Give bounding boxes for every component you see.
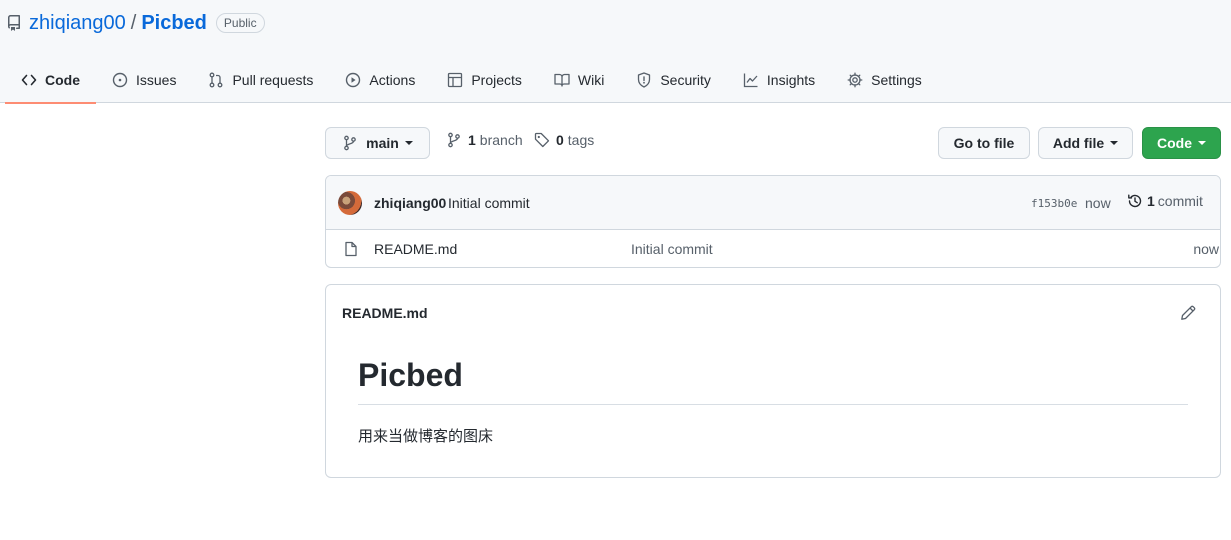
commit-sha[interactable]: f153b0e — [1031, 197, 1077, 210]
go-to-file-button[interactable]: Go to file — [938, 127, 1030, 159]
history-icon — [1128, 194, 1142, 208]
play-icon — [346, 72, 361, 87]
gear-icon — [847, 72, 863, 87]
repo-name-link[interactable]: Picbed — [141, 12, 207, 35]
graph-icon — [743, 73, 758, 87]
tab-wiki[interactable]: Wiki — [538, 56, 620, 103]
branch-count: 1 — [468, 132, 476, 148]
tag-icon — [534, 132, 550, 148]
repo-separator: / — [130, 11, 137, 34]
commit-count-label: commit — [1157, 193, 1203, 209]
branch-icon — [344, 135, 357, 151]
book-icon — [554, 73, 570, 87]
repo-owner-link[interactable]: zhiqiang00 — [29, 12, 126, 35]
file-icon — [345, 241, 357, 257]
commit-author[interactable]: zhiqiang00 — [374, 195, 446, 211]
tab-label: Wiki — [577, 71, 605, 88]
tab-projects[interactable]: Projects — [431, 56, 538, 103]
branch-icon — [448, 132, 460, 148]
add-file-button[interactable]: Add file — [1038, 127, 1133, 159]
tab-insights[interactable]: Insights — [727, 56, 831, 103]
visibility-badge: Public — [215, 13, 265, 33]
commit-count: 1 — [1147, 193, 1155, 209]
commit-time: now — [1085, 195, 1111, 211]
code-button-label: Code — [1157, 135, 1192, 151]
tab-label: Code — [45, 71, 80, 88]
code-icon — [21, 74, 37, 85]
branch-select-button[interactable]: main — [325, 127, 430, 159]
caret-down-icon — [1110, 141, 1119, 145]
tab-label: Issues — [136, 71, 177, 88]
readme-divider — [358, 404, 1188, 405]
commit-history-link[interactable]: 1 commit — [1127, 193, 1203, 209]
branch-label: branch — [479, 132, 523, 148]
readme-box: README.md Picbed 用来当做博客的图床 — [325, 284, 1221, 478]
go-to-file-label: Go to file — [953, 135, 1015, 151]
file-name-link[interactable]: README.md — [374, 241, 457, 257]
file-commit-link[interactable]: Initial commit — [631, 241, 713, 257]
pencil-icon[interactable] — [1180, 305, 1196, 321]
tab-label: Actions — [369, 71, 416, 88]
repo-nav-tabs: Code Issues Pull requests Actions Projec… — [5, 56, 938, 104]
avatar[interactable] — [338, 191, 362, 215]
table-icon — [448, 72, 463, 87]
tag-count: 0 — [556, 132, 564, 148]
tag-label: tags — [567, 132, 595, 148]
commit-message[interactable]: Initial commit — [448, 195, 530, 211]
repo-title: zhiqiang00 / Picbed Public — [6, 10, 265, 36]
repo-header: zhiqiang00 / Picbed Public Code Issues P… — [0, 0, 1231, 104]
latest-commit-row: zhiqiang00 Initial commit f153b0e now 1 … — [326, 176, 1220, 230]
file-list: zhiqiang00 Initial commit f153b0e now 1 … — [325, 175, 1221, 268]
tab-issues[interactable]: Issues — [96, 56, 192, 103]
table-row: README.md Initial commit now — [326, 230, 1220, 267]
caret-down-icon — [404, 141, 413, 145]
tab-label: Pull requests — [232, 71, 314, 88]
branch-select-label: main — [366, 135, 399, 151]
tab-label: Insights — [766, 71, 816, 88]
code-button[interactable]: Code — [1142, 127, 1221, 159]
branches-link[interactable]: 1 branch — [446, 132, 523, 148]
tab-code[interactable]: Code — [5, 56, 96, 104]
issue-icon — [112, 72, 128, 87]
tab-security[interactable]: Security — [620, 56, 727, 103]
caret-down-icon — [1198, 141, 1206, 145]
readme-heading: Picbed — [358, 357, 463, 393]
readme-filename: README.md — [342, 305, 428, 321]
tab-settings[interactable]: Settings — [831, 56, 938, 103]
tab-actions[interactable]: Actions — [329, 56, 431, 103]
add-file-label: Add file — [1052, 135, 1105, 151]
readme-paragraph: 用来当做博客的图床 — [358, 428, 494, 445]
shield-icon — [638, 71, 651, 88]
tab-pull-requests[interactable]: Pull requests — [192, 56, 329, 103]
tab-label: Settings — [871, 71, 922, 88]
repo-icon — [6, 15, 22, 31]
tab-label: Security — [660, 71, 711, 88]
file-time: now — [1193, 241, 1219, 257]
pull-request-icon — [210, 72, 223, 87]
tab-label: Projects — [471, 71, 522, 88]
tags-link[interactable]: 0 tags — [534, 132, 594, 148]
